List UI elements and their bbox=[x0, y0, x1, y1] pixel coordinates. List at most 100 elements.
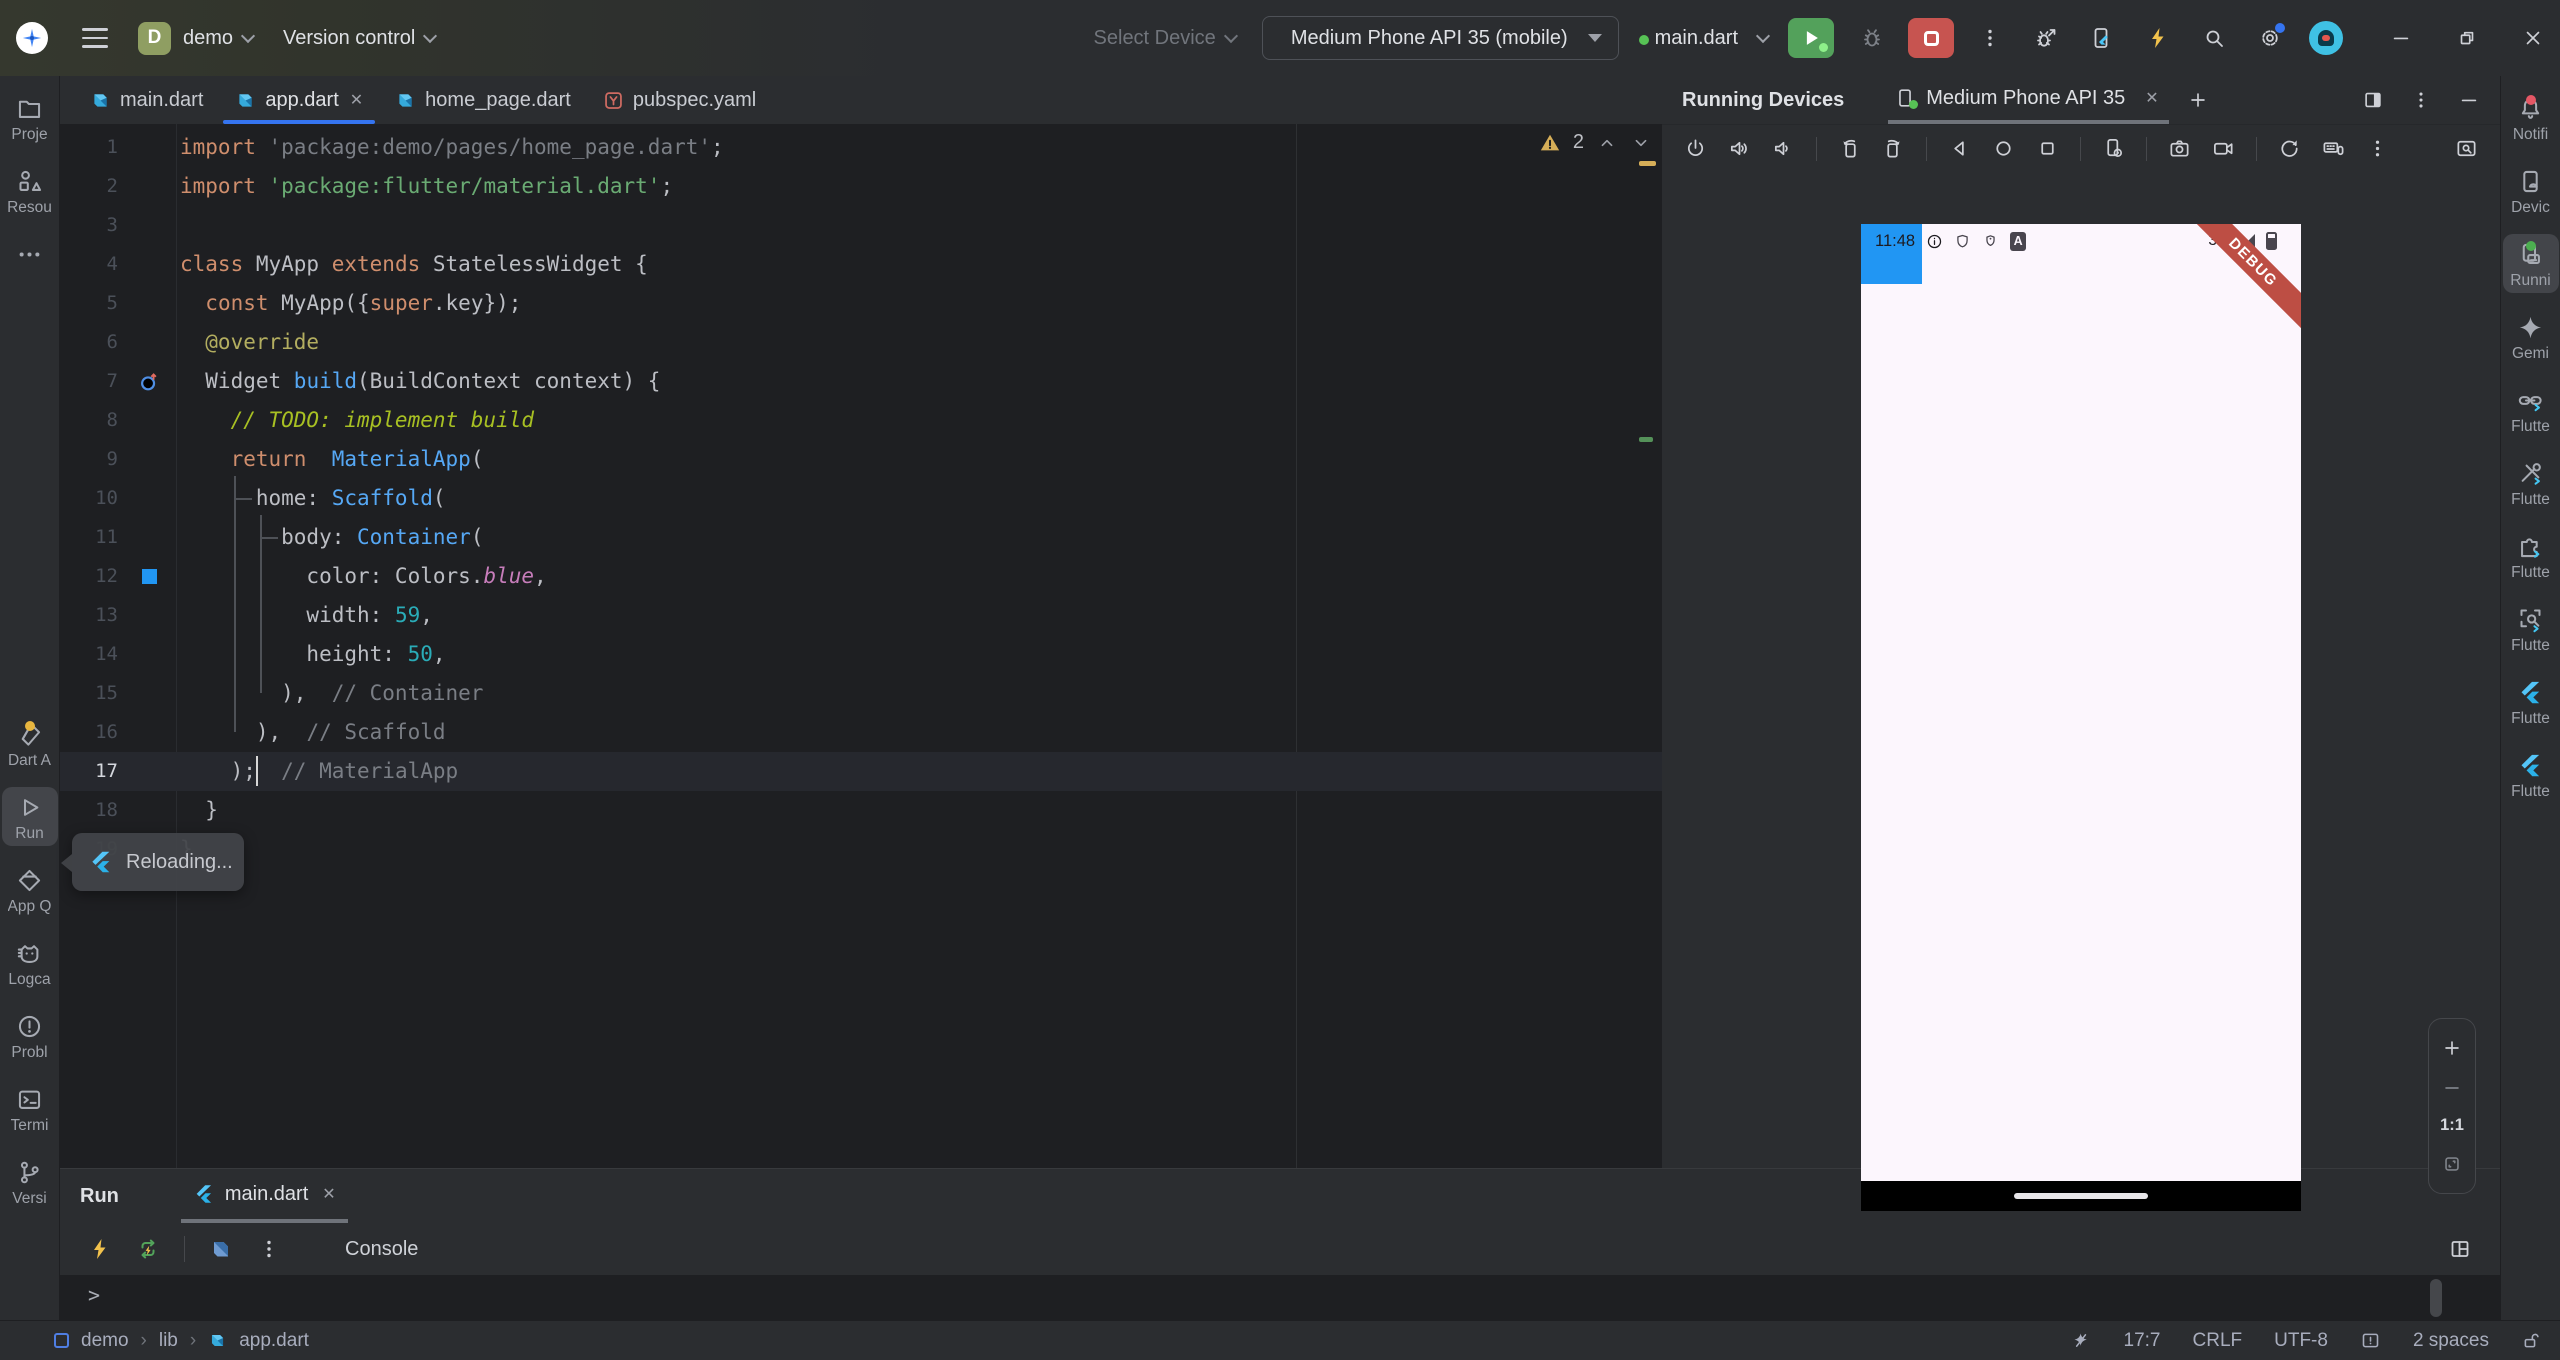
color-preview-swatch[interactable] bbox=[118, 557, 180, 596]
run-configuration-dropdown[interactable]: main.dart bbox=[1638, 27, 1771, 50]
project-selector[interactable]: D demo bbox=[138, 21, 256, 55]
hot-reload-bolt-icon[interactable] bbox=[2138, 18, 2178, 58]
breadcrumb-dir[interactable]: lib bbox=[159, 1330, 178, 1352]
editor-tab-main-dart[interactable]: main.dart bbox=[74, 76, 219, 124]
emulator-nav-bar[interactable] bbox=[1861, 1181, 2301, 1211]
tool-stripe-flutter-performance[interactable]: Flutte bbox=[2503, 745, 2559, 804]
tool-stripe-more-tool-windows[interactable] bbox=[2, 234, 58, 272]
tool-stripe-logcat[interactable]: Logca bbox=[2, 933, 58, 992]
split-console-icon[interactable] bbox=[2448, 1237, 2472, 1261]
console-output[interactable]: > bbox=[60, 1275, 2500, 1320]
code-line-19[interactable]: 19} bbox=[60, 830, 1662, 869]
emulator-screen[interactable]: 11:48 A 3G DEBUG bbox=[1861, 224, 2301, 1181]
zoom-reset-button[interactable]: 1:1 bbox=[2440, 1116, 2464, 1135]
close-tab-icon[interactable]: ✕ bbox=[2145, 88, 2158, 108]
screen-record-icon[interactable] bbox=[2212, 137, 2235, 160]
rotate-left-icon[interactable] bbox=[1838, 137, 1861, 160]
code-line-13[interactable]: 13 width: 59, bbox=[60, 596, 1662, 635]
code-editor[interactable]: 1 import 'package:demo/pages/home_page.da… bbox=[60, 124, 1662, 1168]
code-line-9[interactable]: 9 return MaterialApp( bbox=[60, 440, 1662, 479]
code-line-7[interactable]: 7 Widget build(BuildContext context) { bbox=[60, 362, 1662, 401]
hot-restart-icon[interactable] bbox=[136, 1237, 160, 1261]
breadcrumb[interactable]: demo › lib › app.dart bbox=[54, 1330, 309, 1352]
dedicated-window-icon[interactable] bbox=[2455, 137, 2478, 160]
code-line-4[interactable]: 4 class MyApp extends StatelessWidget { bbox=[60, 245, 1662, 284]
flutter-device-icon[interactable] bbox=[2082, 18, 2122, 58]
power-icon[interactable] bbox=[1684, 137, 1707, 160]
dart-app-icon[interactable] bbox=[209, 1237, 233, 1261]
editor-tab-pubspec-yaml[interactable]: pubspec.yaml bbox=[587, 76, 772, 124]
tool-stripe-version-control[interactable]: Versi bbox=[2, 1152, 58, 1211]
search-everywhere-icon[interactable] bbox=[2194, 18, 2234, 58]
editor-tab-home-page-dart[interactable]: home_page.dart bbox=[379, 76, 587, 124]
more-device-actions-icon[interactable] bbox=[2366, 137, 2389, 160]
tool-stripe-flutter-inspector[interactable]: Flutte bbox=[2503, 599, 2559, 658]
breadcrumb-project[interactable]: demo bbox=[81, 1330, 129, 1352]
file-encoding[interactable]: UTF-8 bbox=[2274, 1330, 2328, 1352]
inspection-widget[interactable]: 2 bbox=[1539, 131, 1652, 154]
console-tab[interactable]: Console bbox=[345, 1238, 418, 1261]
emulator-device[interactable]: 11:48 A 3G DEBUG bbox=[1861, 224, 2301, 1211]
back-button-icon[interactable] bbox=[1948, 137, 1971, 160]
editor-tab-app-dart[interactable]: app.dart ✕ bbox=[219, 76, 379, 124]
attach-debugger-icon[interactable] bbox=[2026, 18, 2066, 58]
next-problem-icon[interactable] bbox=[1630, 132, 1652, 154]
console-scrollbar[interactable] bbox=[2430, 1279, 2442, 1317]
hot-reload-icon[interactable] bbox=[88, 1237, 112, 1261]
code-line-18[interactable]: 18 } bbox=[60, 791, 1662, 830]
maximize-window-icon[interactable] bbox=[2456, 27, 2478, 49]
hardware-input-icon[interactable] bbox=[2322, 137, 2345, 160]
caret-position[interactable]: 17:7 bbox=[2124, 1330, 2161, 1352]
debug-button[interactable] bbox=[1852, 18, 1892, 58]
layout-mode-icon[interactable] bbox=[2362, 89, 2384, 111]
tool-stripe-flutter-tools[interactable]: Flutte bbox=[2503, 453, 2559, 512]
override-marker-icon[interactable] bbox=[118, 362, 180, 401]
tool-stripe-terminal[interactable]: Termi bbox=[2, 1079, 58, 1138]
warning-stripe-mark[interactable] bbox=[1639, 161, 1656, 166]
home-button-icon[interactable] bbox=[1992, 137, 2015, 160]
minimize-window-icon[interactable] bbox=[2390, 27, 2412, 49]
main-menu-icon[interactable] bbox=[82, 28, 108, 48]
tool-stripe-flutter-coverage[interactable]: Flutte bbox=[2503, 380, 2559, 439]
zoom-in-icon[interactable] bbox=[2441, 1037, 2463, 1059]
vcs-menu[interactable]: Version control bbox=[283, 27, 438, 50]
profile-avatar[interactable] bbox=[2306, 18, 2346, 58]
tool-stripe-device-manager[interactable]: Devic bbox=[2503, 161, 2559, 220]
tool-stripe-project[interactable]: Proje bbox=[2, 88, 58, 147]
code-line-15[interactable]: 15 ), // Container bbox=[60, 674, 1662, 713]
code-line-14[interactable]: 14 height: 50, bbox=[60, 635, 1662, 674]
volume-up-icon[interactable] bbox=[1728, 137, 1751, 160]
code-line-16[interactable]: 16 ), // Scaffold bbox=[60, 713, 1662, 752]
tool-stripe-gemini[interactable]: Gemi bbox=[2503, 307, 2559, 366]
fit-to-window-icon[interactable] bbox=[2441, 1153, 2463, 1175]
stop-button[interactable] bbox=[1908, 18, 1954, 58]
close-tab-icon[interactable]: ✕ bbox=[350, 90, 363, 110]
code-line-3[interactable]: 3 bbox=[60, 206, 1662, 245]
code-line-10[interactable]: 10 home: Scaffold( bbox=[60, 479, 1662, 518]
more-actions-icon[interactable] bbox=[1970, 18, 2010, 58]
restart-device-icon[interactable] bbox=[2278, 137, 2301, 160]
close-window-icon[interactable] bbox=[2522, 27, 2544, 49]
overview-button-icon[interactable] bbox=[2036, 137, 2059, 160]
zoom-out-icon[interactable] bbox=[2441, 1077, 2463, 1099]
code-line-11[interactable]: 11 body: Container( bbox=[60, 518, 1662, 557]
tool-stripe-notifications[interactable]: Notifi bbox=[2503, 88, 2559, 147]
code-line-2[interactable]: 2 import 'package:flutter/material.dart'; bbox=[60, 167, 1662, 206]
add-device-tab-icon[interactable] bbox=[2187, 89, 2209, 111]
vcs-change-mark[interactable] bbox=[1639, 437, 1653, 442]
code-line-6[interactable]: 6 @override bbox=[60, 323, 1662, 362]
code-line-1[interactable]: 1 import 'package:demo/pages/home_page.da… bbox=[60, 128, 1662, 167]
indent-setting[interactable]: 2 spaces bbox=[2413, 1330, 2489, 1352]
code-line-12[interactable]: 12 color: Colors.blue, bbox=[60, 557, 1662, 596]
rotate-right-icon[interactable] bbox=[1882, 137, 1905, 160]
code-line-17[interactable]: 17 ); // MaterialApp bbox=[60, 752, 1662, 791]
select-device-dropdown[interactable]: Select Device bbox=[1094, 27, 1238, 50]
screenshot-icon[interactable] bbox=[2168, 137, 2191, 160]
inspections-widget-icon[interactable] bbox=[2360, 1330, 2381, 1351]
settings-icon[interactable] bbox=[2250, 18, 2290, 58]
tool-stripe-app-quality-insights[interactable]: App Q bbox=[2, 860, 58, 919]
code-line-8[interactable]: 8 // TODO: implement build bbox=[60, 401, 1662, 440]
tool-stripe-flutter-outline[interactable]: Flutte bbox=[2503, 672, 2559, 731]
breadcrumb-file[interactable]: app.dart bbox=[239, 1330, 309, 1352]
hide-panel-icon[interactable] bbox=[2458, 89, 2480, 111]
